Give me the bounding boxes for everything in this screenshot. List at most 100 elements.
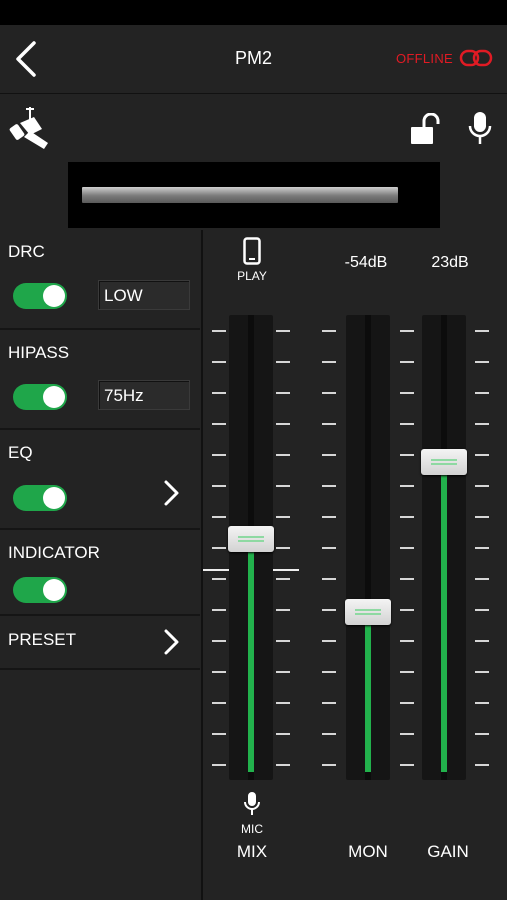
gain-readout: 23dB bbox=[431, 254, 469, 271]
connection-status: OFFLINE bbox=[396, 49, 493, 67]
setting-hipass: HIPASS 75Hz bbox=[0, 330, 200, 430]
drc-value-select[interactable]: LOW bbox=[98, 280, 190, 310]
scale-tick bbox=[475, 330, 489, 332]
scale-tick bbox=[322, 764, 336, 766]
chevron-right-icon[interactable] bbox=[160, 478, 182, 508]
scale-tick bbox=[400, 516, 414, 518]
scale-tick bbox=[400, 454, 414, 456]
scale-tick bbox=[276, 423, 290, 425]
mic-label: MIC bbox=[241, 822, 263, 836]
scale-tick bbox=[276, 702, 290, 704]
scale-tick bbox=[212, 733, 226, 735]
scale-tick bbox=[212, 516, 226, 518]
setting-drc: DRC LOW bbox=[0, 230, 200, 330]
hipass-value-select[interactable]: 75Hz bbox=[98, 380, 190, 410]
scale-tick bbox=[322, 640, 336, 642]
scale-tick bbox=[322, 578, 336, 580]
scale-tick bbox=[400, 609, 414, 611]
scale-tick bbox=[322, 454, 336, 456]
scale-tick bbox=[276, 547, 290, 549]
scale-tick bbox=[400, 764, 414, 766]
scale-tick bbox=[276, 516, 290, 518]
scale-tick bbox=[475, 392, 489, 394]
scale-tick bbox=[212, 423, 226, 425]
chevron-right-icon[interactable] bbox=[160, 627, 182, 657]
scale-tick bbox=[322, 702, 336, 704]
unlock-icon[interactable] bbox=[410, 112, 440, 145]
scale-tick bbox=[475, 516, 489, 518]
status-bar bbox=[0, 0, 507, 25]
scale-tick bbox=[475, 547, 489, 549]
hipass-toggle[interactable] bbox=[13, 384, 67, 410]
scale-tick bbox=[322, 733, 336, 735]
mic-stand-icon[interactable] bbox=[8, 105, 50, 153]
indicator-toggle[interactable] bbox=[13, 577, 67, 603]
scale-tick bbox=[400, 361, 414, 363]
scale-tick bbox=[475, 671, 489, 673]
mix-fader-thumb[interactable] bbox=[228, 525, 274, 552]
settings-panel: DRC LOW HIPASS 75Hz EQ INDICATOR PRESET bbox=[0, 230, 200, 900]
scale-tick bbox=[322, 423, 336, 425]
scale-tick bbox=[322, 485, 336, 487]
toggle-knob bbox=[43, 487, 65, 509]
broken-link-icon bbox=[459, 49, 493, 67]
scale-tick bbox=[276, 733, 290, 735]
gain-fader-thumb[interactable] bbox=[421, 448, 467, 475]
scale-tick bbox=[212, 702, 226, 704]
scale-tick bbox=[322, 547, 336, 549]
scale-tick bbox=[276, 454, 290, 456]
scale-tick bbox=[212, 454, 226, 456]
scale-tick bbox=[400, 702, 414, 704]
setting-indicator: INDICATOR bbox=[0, 530, 200, 616]
gain-level-fill bbox=[441, 474, 447, 772]
scale-tick bbox=[276, 361, 290, 363]
scale-tick bbox=[400, 392, 414, 394]
scale-tick bbox=[322, 361, 336, 363]
mix-level-fill bbox=[248, 551, 254, 772]
offline-status-text: OFFLINE bbox=[396, 50, 453, 66]
eq-toggle[interactable] bbox=[13, 485, 67, 511]
eq-label: EQ bbox=[8, 443, 33, 462]
mixer-panel: PLAY -54dB 23dB MIC MIX MON GAIN bbox=[203, 230, 507, 900]
scale-tick bbox=[475, 609, 489, 611]
header: PM2 OFFLINE bbox=[0, 25, 507, 94]
scale-tick bbox=[212, 640, 226, 642]
drc-label: DRC bbox=[8, 242, 45, 261]
toggle-knob bbox=[43, 386, 65, 408]
mon-readout: -54dB bbox=[344, 254, 388, 271]
setting-eq[interactable]: EQ bbox=[0, 430, 200, 530]
scale-tick bbox=[322, 671, 336, 673]
scale-tick bbox=[400, 423, 414, 425]
scale-tick bbox=[276, 764, 290, 766]
level-meter bbox=[68, 162, 440, 228]
mon-label: MON bbox=[348, 842, 388, 861]
scale-tick bbox=[276, 485, 290, 487]
scale-tick bbox=[475, 361, 489, 363]
scale-tick bbox=[276, 578, 290, 580]
scale-tick bbox=[322, 516, 336, 518]
scale-tick bbox=[322, 609, 336, 611]
scale-tick bbox=[276, 330, 290, 332]
phone-icon bbox=[243, 237, 261, 265]
scale-tick bbox=[475, 702, 489, 704]
scale-tick bbox=[212, 330, 226, 332]
scale-tick bbox=[475, 764, 489, 766]
level-meter-bar bbox=[82, 187, 399, 203]
scale-tick bbox=[276, 392, 290, 394]
app-screen: PM2 OFFLINE DRC LOW HIPASS 75Hz EQ INDIC… bbox=[0, 25, 507, 900]
scale-tick bbox=[400, 485, 414, 487]
drc-toggle[interactable] bbox=[13, 283, 67, 309]
scale-tick bbox=[400, 578, 414, 580]
microphone-icon bbox=[244, 792, 260, 815]
scale-tick bbox=[276, 640, 290, 642]
toggle-knob bbox=[43, 285, 65, 307]
scale-tick bbox=[400, 671, 414, 673]
scale-tick bbox=[212, 578, 226, 580]
setting-preset[interactable]: PRESET bbox=[0, 616, 200, 670]
scale-tick bbox=[322, 392, 336, 394]
scale-tick bbox=[400, 640, 414, 642]
mon-fader-thumb[interactable] bbox=[345, 598, 391, 625]
microphone-icon[interactable] bbox=[468, 111, 492, 147]
gain-label: GAIN bbox=[427, 842, 469, 861]
scale-tick bbox=[212, 361, 226, 363]
